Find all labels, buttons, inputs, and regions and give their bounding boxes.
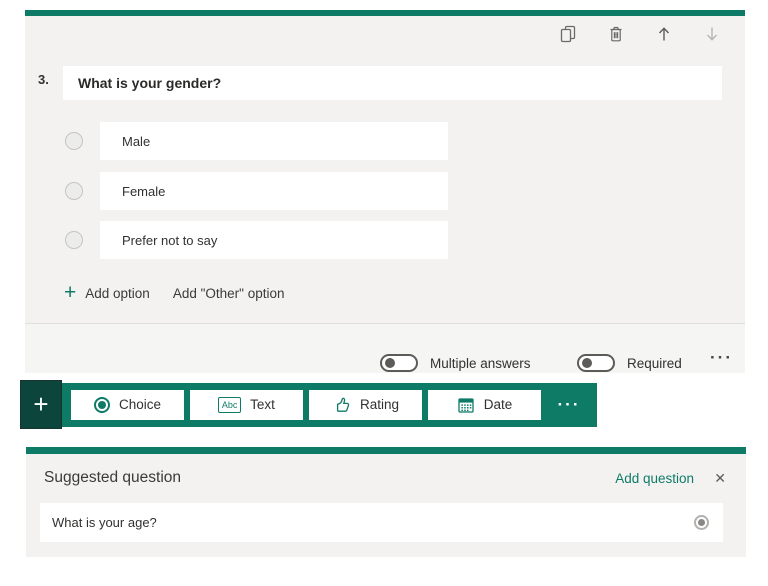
choice-type-indicator-icon [694, 515, 709, 530]
suggested-question-row[interactable]: What is your age? [40, 503, 723, 542]
choice-radio-icon [94, 397, 110, 413]
multiple-answers-toggle[interactable] [380, 354, 418, 372]
question-action-bar [559, 25, 721, 43]
toggle-knob [582, 358, 592, 368]
date-type-label: Date [484, 397, 513, 412]
add-question-link[interactable]: Add question [615, 471, 694, 486]
question-number: 3. [38, 72, 49, 87]
panel-accent-bar [26, 447, 746, 454]
choice-type-button[interactable]: Choice [71, 390, 184, 420]
add-question-plus-button[interactable]: + [20, 380, 62, 429]
toggle-knob [385, 358, 395, 368]
required-label: Required [627, 356, 682, 371]
question-type-strip: Choice Abc Text Rating [62, 383, 597, 427]
plus-icon[interactable]: + [64, 284, 76, 302]
move-up-icon[interactable] [655, 25, 673, 43]
card-accent-bar [25, 10, 745, 16]
suggested-question-panel: Suggested question Add question ✕ What i… [26, 447, 746, 557]
rating-thumbs-up-icon [332, 395, 351, 414]
calendar-icon [457, 396, 475, 414]
suggested-question-title: Suggested question [44, 469, 181, 487]
option-radio [65, 231, 83, 249]
copy-icon[interactable] [559, 25, 577, 43]
text-type-button[interactable]: Abc Text [190, 390, 303, 420]
add-other-option-button[interactable]: Add "Other" option [173, 286, 285, 301]
option-input[interactable]: Male [100, 122, 448, 160]
delete-icon[interactable] [607, 25, 625, 43]
rating-type-label: Rating [360, 397, 399, 412]
multiple-answers-label: Multiple answers [430, 356, 531, 371]
option-radio [65, 132, 83, 150]
text-abc-icon: Abc [218, 397, 241, 413]
more-options-icon[interactable]: ··· [710, 348, 733, 368]
add-option-button[interactable]: Add option [85, 286, 150, 301]
question-card: 3. What is your gender? Male Female Pref… [25, 10, 745, 373]
option-input[interactable]: Prefer not to say [100, 221, 448, 259]
add-question-toolbar: + Choice Abc Text Rating [20, 380, 597, 429]
move-down-icon[interactable] [703, 25, 721, 43]
question-title-input[interactable]: What is your gender? [63, 66, 722, 100]
text-type-label: Text [250, 397, 275, 412]
required-toggle[interactable] [577, 354, 615, 372]
suggested-question-text: What is your age? [52, 515, 694, 530]
option-radio [65, 182, 83, 200]
close-icon[interactable]: ✕ [714, 470, 726, 487]
add-option-row: + Add option Add "Other" option [64, 282, 284, 304]
more-question-types-icon[interactable]: ··· [547, 395, 591, 415]
date-type-button[interactable]: Date [428, 390, 541, 420]
choice-type-label: Choice [119, 397, 161, 412]
rating-type-button[interactable]: Rating [309, 390, 422, 420]
option-input[interactable]: Female [100, 172, 448, 210]
question-footer: Multiple answers Required ··· [25, 324, 745, 373]
